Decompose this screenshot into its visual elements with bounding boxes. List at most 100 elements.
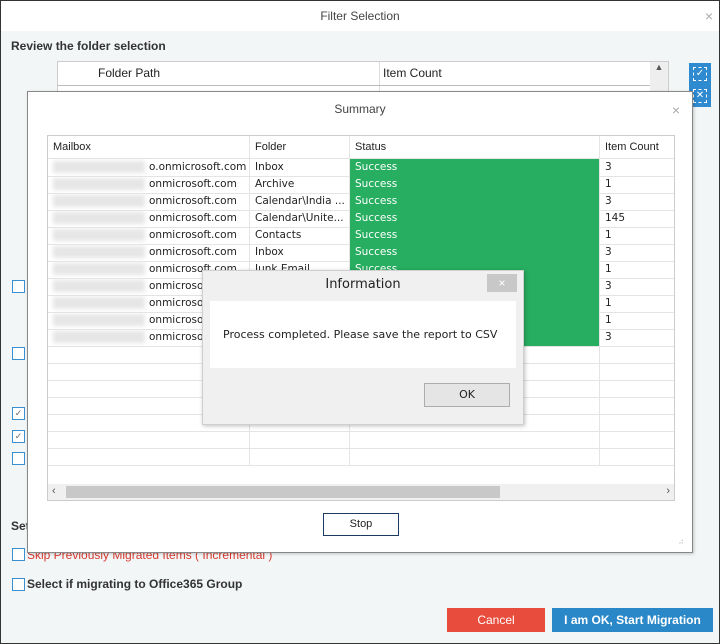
mailbox-domain: onmicrosoft.com bbox=[149, 195, 237, 207]
item-count-cell: 3 bbox=[605, 280, 612, 292]
item-count-cell: 3 bbox=[605, 195, 612, 207]
mailbox-cell: onmicrosoft.com bbox=[48, 227, 250, 244]
checkbox[interactable] bbox=[12, 280, 25, 293]
folder-cell: Calendar\India ... bbox=[250, 193, 350, 210]
folder-cell: Inbox bbox=[250, 244, 350, 261]
table-row[interactable]: onmicrosoft.com Calendar\India ... Success… bbox=[48, 193, 674, 211]
mailbox-domain: onmicrosoft.com bbox=[149, 212, 237, 224]
stop-button[interactable]: Stop bbox=[323, 513, 399, 536]
close-button[interactable]: × bbox=[487, 274, 517, 292]
select-all-icon: ✓ bbox=[693, 67, 707, 81]
folder-cell bbox=[250, 431, 350, 448]
status-cell bbox=[350, 448, 600, 465]
status-cell: Success bbox=[350, 193, 600, 210]
start-migration-button[interactable]: I am OK, Start Migration bbox=[552, 608, 713, 632]
table-row[interactable] bbox=[48, 448, 674, 466]
deselect-all-icon: ✕ bbox=[693, 89, 707, 103]
item-count-cell bbox=[600, 363, 674, 380]
window-title: Filter Selection bbox=[1, 1, 719, 31]
close-icon: × bbox=[498, 276, 506, 290]
checkbox[interactable] bbox=[12, 452, 25, 465]
review-heading: Review the folder selection bbox=[11, 39, 166, 53]
table-header: Mailbox Folder Status Item Count bbox=[48, 136, 674, 159]
redacted-mailbox bbox=[53, 314, 145, 326]
office365-group-option-label[interactable]: Select if migrating to Office365 Group bbox=[27, 577, 242, 591]
status-cell bbox=[350, 431, 600, 448]
checkbox-checked[interactable]: ✓ bbox=[12, 407, 25, 420]
information-title: Information bbox=[325, 277, 401, 292]
item-count-cell: 1 bbox=[605, 297, 612, 309]
scroll-up-icon[interactable]: ▲ bbox=[655, 62, 664, 72]
redacted-mailbox bbox=[53, 178, 145, 190]
information-dialog: Information × Process completed. Please … bbox=[202, 270, 524, 425]
cancel-button[interactable]: Cancel bbox=[447, 608, 545, 632]
table-row[interactable]: o.onmicrosoft.com Inbox Success 3 bbox=[48, 159, 674, 177]
item-count-cell: 1 bbox=[605, 229, 612, 241]
status-cell: Success bbox=[350, 244, 600, 261]
table-row[interactable]: onmicrosoft.com Archive Success 1 bbox=[48, 176, 674, 194]
mailbox-cell: o.onmicrosoft.com bbox=[48, 159, 250, 176]
folder-header[interactable]: Folder bbox=[250, 136, 350, 158]
folder-cell: Inbox bbox=[250, 159, 350, 176]
item-count-header[interactable]: Item Count bbox=[383, 66, 442, 80]
redacted-mailbox bbox=[53, 161, 145, 173]
folder-cell bbox=[250, 448, 350, 465]
table-row[interactable] bbox=[48, 431, 674, 449]
horizontal-scrollbar[interactable]: ‹ › bbox=[48, 484, 674, 500]
mailbox-domain: o.onmicrosoft.com bbox=[149, 161, 247, 173]
item-count-cell: 3 bbox=[605, 331, 612, 343]
status-cell: Success bbox=[350, 176, 600, 193]
table-row[interactable]: onmicrosoft.com Calendar\Unite... Success 1… bbox=[48, 210, 674, 228]
folder-cell: Contacts bbox=[250, 227, 350, 244]
close-icon[interactable]: × bbox=[672, 102, 680, 118]
ok-button[interactable]: OK bbox=[424, 383, 510, 407]
message-area: Process completed. Please save the repor… bbox=[210, 301, 516, 368]
scroll-right-icon[interactable]: › bbox=[666, 485, 670, 497]
information-message: Process completed. Please save the repor… bbox=[223, 328, 498, 341]
close-icon[interactable]: × bbox=[705, 8, 713, 24]
redacted-mailbox bbox=[53, 229, 145, 241]
item-count-cell bbox=[600, 380, 674, 397]
item-count-cell: 1 bbox=[605, 314, 612, 326]
table-row[interactable]: onmicrosoft.com Contacts Success 1 bbox=[48, 227, 674, 245]
select-all-button[interactable]: ✓ bbox=[689, 63, 711, 85]
item-count-cell bbox=[600, 346, 674, 363]
item-count-cell: 3 bbox=[605, 246, 612, 258]
status-header[interactable]: Status bbox=[350, 136, 600, 158]
checkbox[interactable] bbox=[12, 347, 25, 360]
checkbox-checked[interactable]: ✓ bbox=[12, 430, 25, 443]
redacted-mailbox bbox=[53, 297, 145, 309]
item-count-cell: 3 bbox=[605, 161, 612, 173]
scroll-left-icon[interactable]: ‹ bbox=[52, 485, 56, 497]
mailbox-domain: onmicrosoft.com bbox=[149, 229, 237, 241]
summary-title: Summary bbox=[334, 102, 386, 116]
mailbox-cell: onmicrosoft.com bbox=[48, 210, 250, 227]
folder-cell: Archive bbox=[250, 176, 350, 193]
redacted-mailbox bbox=[53, 195, 145, 207]
item-count-cell: 1 bbox=[605, 178, 612, 190]
header-divider bbox=[58, 85, 666, 86]
mailbox-header[interactable]: Mailbox bbox=[48, 136, 250, 158]
item-count-header[interactable]: Item Count bbox=[600, 136, 674, 158]
mailbox-cell: onmicrosoft.com bbox=[48, 244, 250, 261]
item-count-cell bbox=[600, 414, 674, 431]
redacted-mailbox bbox=[53, 263, 145, 275]
status-cell: Success bbox=[350, 227, 600, 244]
mailbox-cell bbox=[48, 448, 250, 465]
office365-group-checkbox[interactable] bbox=[12, 578, 25, 591]
mailbox-cell bbox=[48, 431, 250, 448]
scrollbar-thumb[interactable] bbox=[66, 486, 500, 498]
item-count-cell bbox=[600, 448, 674, 465]
status-cell: Success bbox=[350, 210, 600, 227]
table-row[interactable]: onmicrosoft.com Inbox Success 3 bbox=[48, 244, 674, 262]
mailbox-cell: onmicrosoft.com bbox=[48, 176, 250, 193]
item-count-cell bbox=[600, 431, 674, 448]
redacted-mailbox bbox=[53, 331, 145, 343]
status-cell: Success bbox=[350, 159, 600, 176]
item-count-cell bbox=[600, 397, 674, 414]
mailbox-domain: onmicrosoft.com bbox=[149, 178, 237, 190]
incremental-checkbox[interactable] bbox=[12, 548, 25, 561]
folder-path-header[interactable]: Folder Path bbox=[98, 66, 160, 80]
resize-grip-icon[interactable]: ⠴ bbox=[678, 537, 684, 546]
redacted-mailbox bbox=[53, 212, 145, 224]
